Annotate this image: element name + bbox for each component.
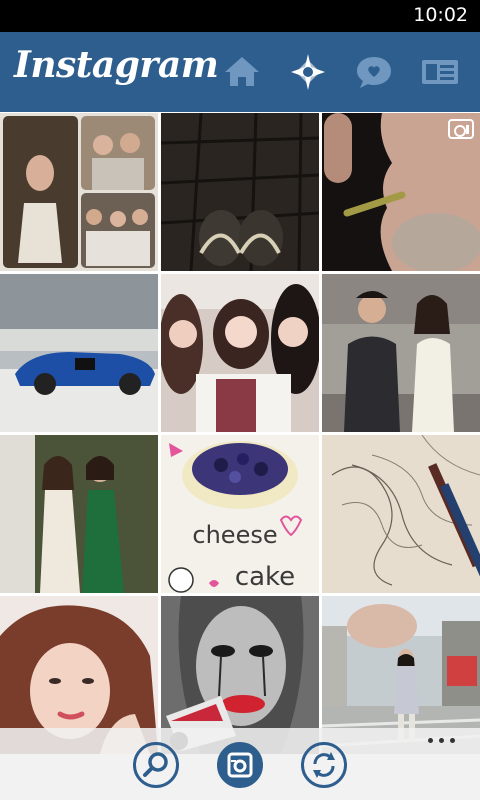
photo-group-selfie[interactable] [161, 274, 319, 432]
photo-sketch-drawing[interactable] [322, 435, 480, 593]
explore-star-icon[interactable] [288, 52, 328, 92]
camera-button[interactable] [217, 742, 263, 788]
photo-blue-sports-car[interactable] [0, 274, 158, 432]
photo-shoes-floor[interactable] [161, 113, 319, 271]
home-icon[interactable] [222, 52, 262, 92]
photo-collage[interactable] [0, 113, 158, 271]
cake-text-line1: cheese [192, 521, 277, 549]
photo-two-women-dresses[interactable] [0, 435, 158, 593]
app-logo: Instagram [14, 44, 219, 86]
search-icon [143, 752, 168, 777]
photo-cheese-cake[interactable]: cheese cake [161, 435, 319, 593]
video-camera-icon [448, 119, 474, 139]
photo-couple-street[interactable] [322, 274, 480, 432]
more-options-icon[interactable] [428, 734, 458, 748]
photo-mouth-video[interactable] [322, 113, 480, 271]
profile-card-icon[interactable] [420, 52, 460, 92]
refresh-icon [313, 752, 335, 778]
search-button[interactable] [133, 742, 179, 788]
app-bar [0, 728, 480, 800]
camera-icon [227, 752, 253, 778]
news-speech-bubble-icon[interactable] [354, 52, 394, 92]
refresh-button[interactable] [301, 742, 347, 788]
status-bar: 10:02 [0, 0, 480, 32]
cake-text-line2: cake [235, 562, 295, 592]
status-clock: 10:02 [413, 4, 468, 26]
photo-grid: cheese cake [0, 113, 480, 800]
app-header: Instagram [0, 32, 480, 112]
